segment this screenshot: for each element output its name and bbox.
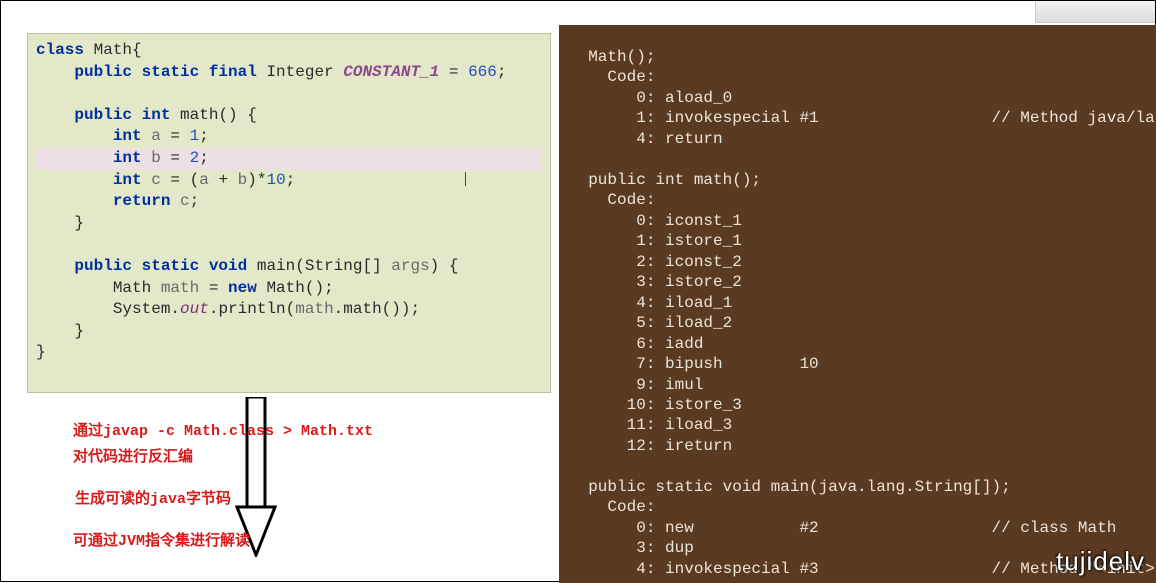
java-source-editor: class Math{ public static final Integer … [27, 33, 551, 393]
watermark-label: tujidelv [1056, 546, 1145, 577]
bytecode-output: Math(); Code: 0: aload_0 1: invokespecia… [559, 25, 1156, 583]
annotation-disasm: 对代码进行反汇编 [73, 445, 193, 466]
annotation-command: 通过javap -c Math.class > Math.txt [73, 419, 373, 440]
annotation-bytecode: 生成可读的java字节码 [75, 487, 231, 508]
window-controls-stub [1035, 1, 1155, 23]
annotation-jvm: 可通过JVM指令集进行解读 [73, 529, 250, 550]
